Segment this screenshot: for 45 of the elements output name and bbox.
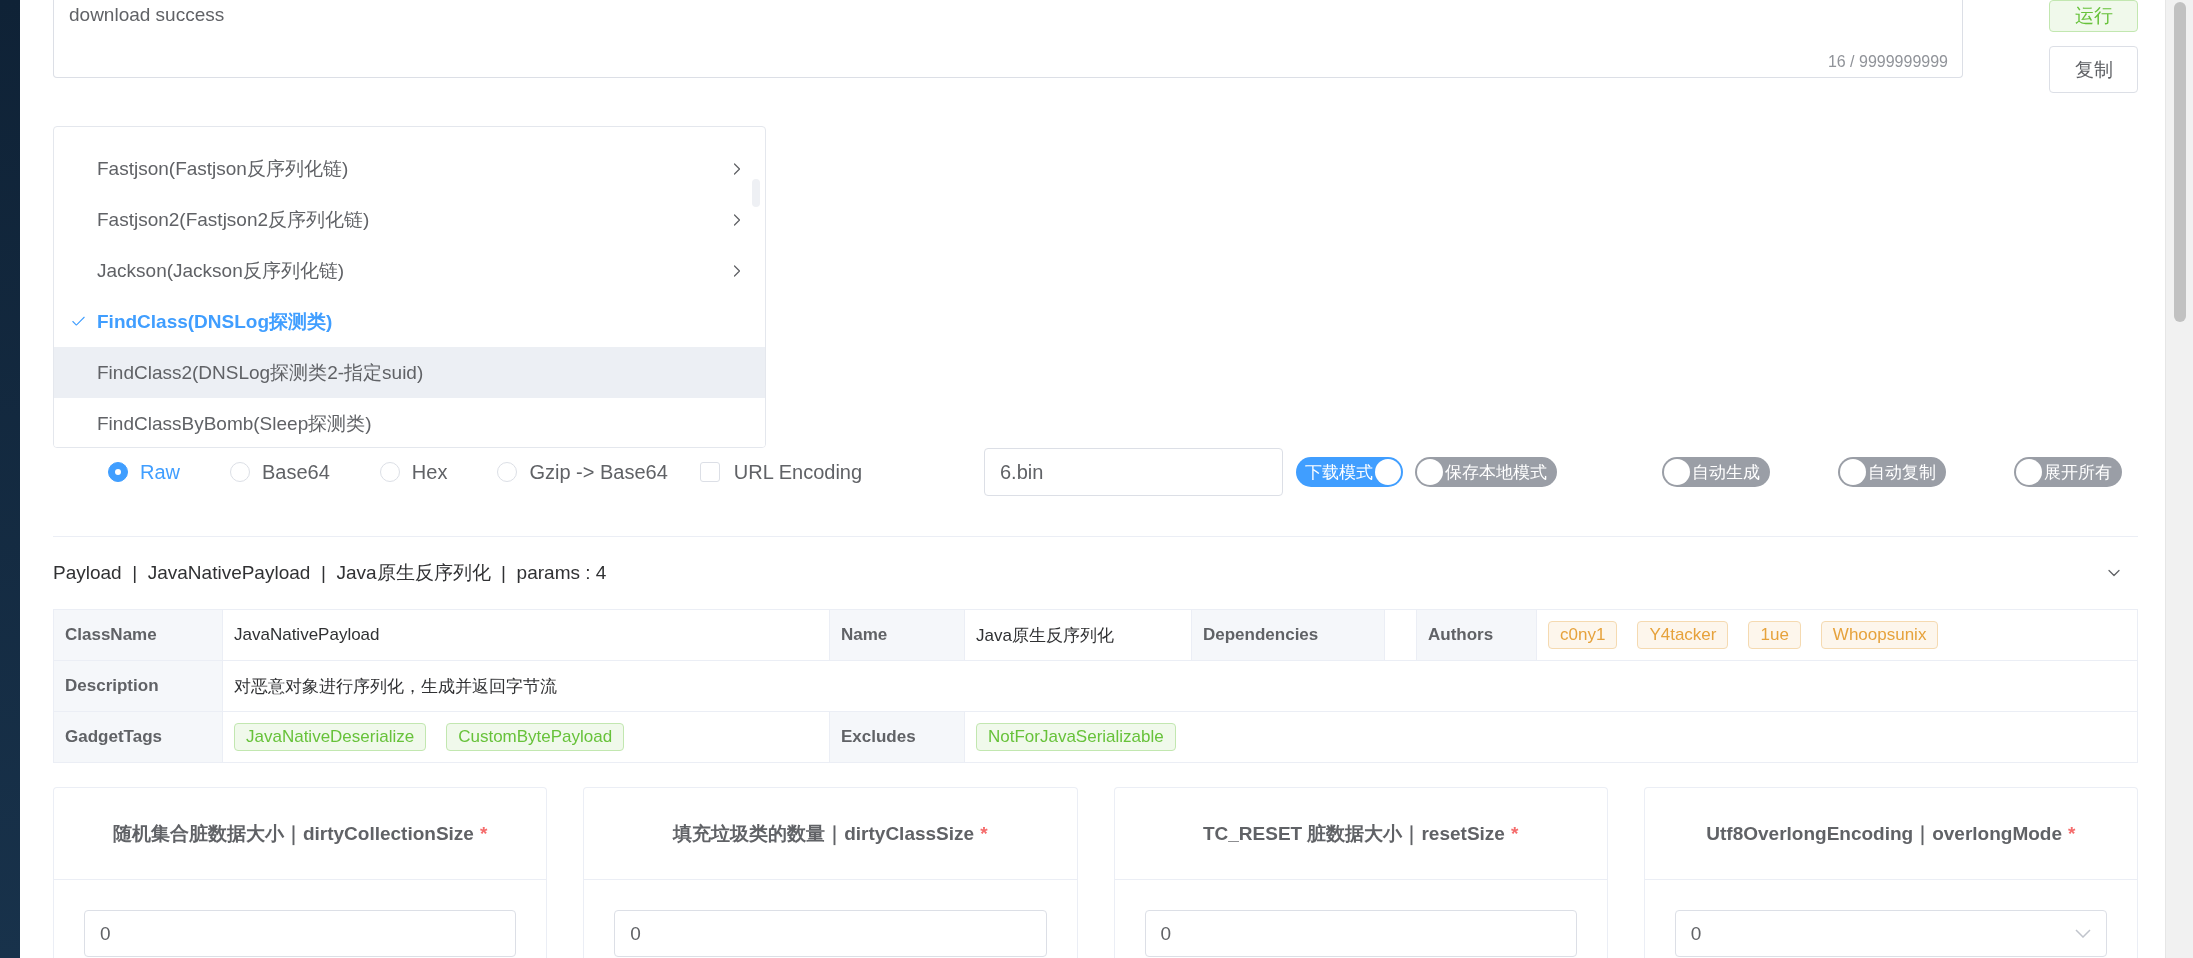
character-counter: 16 / 9999999999 [1827, 53, 1948, 71]
payload-summary: Payload | JavaNativePayload | Java原生反序列化 | params : 4 [53, 561, 607, 585]
param-title: 随机集合脏数据大小｜dirtyCollectionSize [112, 821, 474, 847]
tag: NotForJavaSerializable [976, 723, 1176, 751]
table-cell: ClassName [54, 610, 223, 661]
select-field[interactable]: 0 [1674, 910, 2107, 957]
tag: JavaNativeDeserialize [234, 723, 427, 751]
param-title: Utf8OverlongEncoding｜overlongMode [1706, 821, 2063, 847]
param-title: 填充垃圾类的数量｜dirtyClassSize [673, 821, 975, 847]
chevron-down-icon [2075, 929, 2091, 938]
radio-option[interactable]: Gzip -> Base64 [497, 460, 668, 484]
radio-option[interactable]: Base64 [230, 460, 330, 484]
output-text: download success [69, 4, 225, 25]
tag: c0ny1 [1548, 621, 1618, 649]
required-mark: * [980, 822, 988, 845]
table-cell: Excludes [830, 712, 965, 763]
param-title: TC_RESET 脏数据大小｜resetSize [1202, 821, 1505, 847]
required-mark: * [2068, 822, 2076, 845]
tag: 1ue [1748, 621, 1801, 649]
input-field[interactable]: 0 [84, 910, 517, 957]
filename-input[interactable]: 6.bin [984, 448, 1283, 496]
required-mark: * [1510, 822, 1519, 845]
table-cell: Name [830, 610, 965, 661]
required-mark: * [479, 822, 488, 845]
radio-option[interactable]: Hex [379, 460, 448, 484]
output-textarea[interactable]: download success 16 / 9999999999 [53, 0, 1963, 78]
checkbox[interactable] [699, 462, 720, 482]
table-cell: Dependencies [1192, 610, 1385, 661]
scrollbar-thumb[interactable] [2173, 2, 2186, 322]
copy-button[interactable]: 复制 [2049, 46, 2138, 93]
tag: CustomBytePayload [446, 723, 625, 751]
radio-icon[interactable] [108, 462, 128, 482]
tag: Y4tacker [1637, 621, 1729, 649]
input-field[interactable]: 0 [1144, 910, 1577, 957]
table-cell: 对恶意对象进行序列化，生成并返回字节流 [223, 661, 2138, 712]
tag: Whoopsunix [1820, 621, 1939, 649]
menu-item[interactable]: FindClass2(DNSLog探测类2-指定suid) [54, 347, 765, 398]
input-field[interactable]: 0 [614, 910, 1047, 957]
table-cell: GadgetTags [54, 712, 223, 763]
scrollbar[interactable] [2165, 0, 2193, 958]
table-cell: Authors [1417, 610, 1537, 661]
table-cell: Description [54, 661, 223, 712]
checkbox-label[interactable]: URL Encoding [733, 460, 863, 484]
table-cell: Java原生反序列化 [965, 610, 1192, 661]
table-cell: JavaNativePayload [223, 610, 830, 661]
